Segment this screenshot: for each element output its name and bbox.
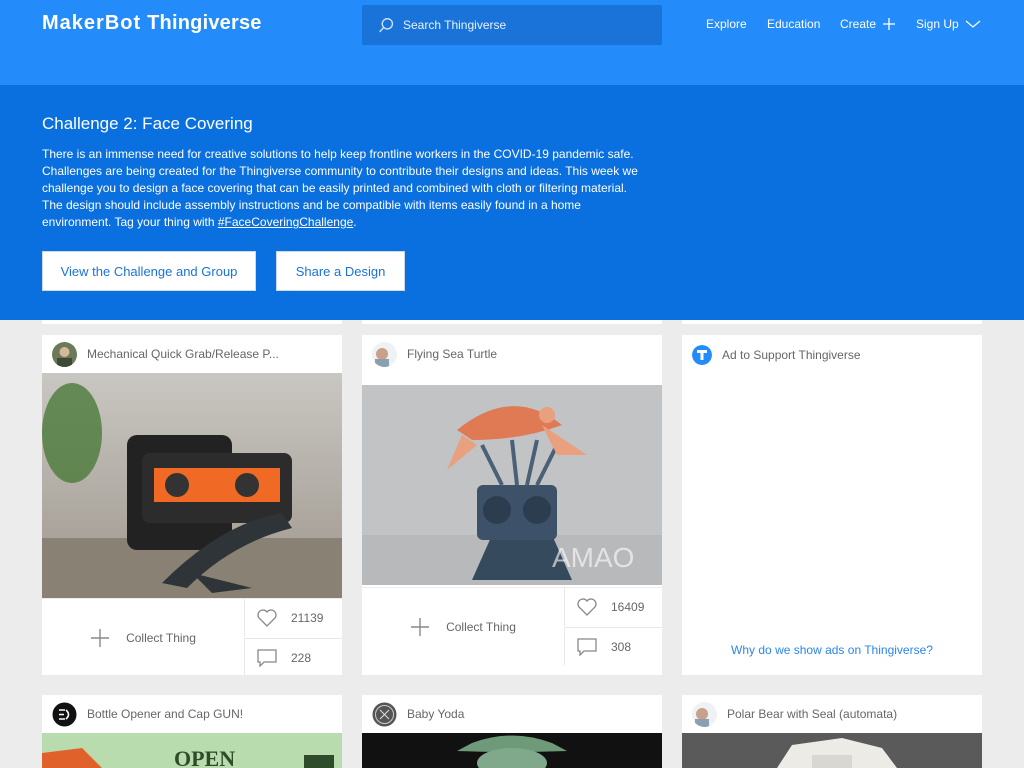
card-header: Polar Bear with Seal (automata) bbox=[682, 695, 982, 733]
plus-icon bbox=[91, 628, 110, 647]
comment-icon bbox=[577, 637, 597, 656]
thing-title[interactable]: Polar Bear with Seal (automata) bbox=[727, 707, 927, 721]
avatar[interactable] bbox=[692, 701, 717, 727]
ad-header: Ad to Support Thingiverse bbox=[682, 335, 982, 373]
comment-icon bbox=[257, 648, 277, 667]
share-design-button[interactable]: Share a Design bbox=[276, 251, 405, 291]
comment-button[interactable]: 228 bbox=[244, 638, 342, 676]
like-button[interactable]: 21139 bbox=[244, 599, 342, 637]
top-navigation-bar: MakerBotThingiverse Explore Education Cr… bbox=[0, 0, 1024, 85]
thing-card[interactable]: Flying Sea Turtle AMAO Collect Thing 164… bbox=[362, 335, 662, 675]
card-edge bbox=[362, 320, 662, 324]
chevron-down-icon bbox=[965, 20, 981, 28]
challenge-description: There is an immense need for creative so… bbox=[42, 147, 638, 229]
plus-icon bbox=[411, 617, 430, 636]
card-edge bbox=[682, 320, 982, 324]
thing-card[interactable]: Polar Bear with Seal (automata) bbox=[682, 695, 982, 768]
search-box[interactable] bbox=[362, 5, 662, 45]
avatar[interactable] bbox=[372, 341, 397, 367]
challenge-title: Challenge 2: Face Covering bbox=[42, 114, 253, 133]
thing-thumbnail[interactable]: OPEN bbox=[42, 733, 342, 768]
why-ads-link[interactable]: Why do we show ads on Thingiverse? bbox=[682, 643, 982, 657]
thumbnail-text: OPEN bbox=[174, 746, 235, 768]
card-header: Flying Sea Turtle bbox=[362, 335, 662, 373]
like-count: 21139 bbox=[291, 611, 324, 625]
avatar[interactable] bbox=[52, 341, 77, 367]
ad-card: Ad to Support Thingiverse Why do we show… bbox=[682, 335, 982, 675]
nav-sign-up[interactable]: Sign Up bbox=[916, 17, 981, 31]
avatar[interactable] bbox=[372, 702, 397, 727]
thing-title[interactable]: Bottle Opener and Cap GUN! bbox=[87, 707, 287, 721]
thingiverse-t-icon bbox=[692, 345, 712, 365]
card-header: Mechanical Quick Grab/Release P... bbox=[42, 335, 342, 373]
heart-icon bbox=[577, 598, 597, 616]
thing-title[interactable]: Flying Sea Turtle bbox=[407, 347, 607, 361]
nav-education[interactable]: Education bbox=[767, 17, 820, 31]
thing-card[interactable]: Bottle Opener and Cap GUN! OPEN bbox=[42, 695, 342, 768]
ad-title: Ad to Support Thingiverse bbox=[722, 348, 861, 362]
collect-thing-button[interactable]: Collect Thing bbox=[42, 599, 244, 676]
face-covering-challenge-tag[interactable]: #FaceCoveringChallenge bbox=[218, 215, 353, 229]
challenge-banner: Challenge 2: Face Covering There is an i… bbox=[0, 85, 1024, 320]
view-challenge-button[interactable]: View the Challenge and Group bbox=[42, 251, 256, 291]
search-input[interactable] bbox=[403, 18, 643, 32]
card-header: Bottle Opener and Cap GUN! bbox=[42, 695, 342, 733]
card-header: Baby Yoda bbox=[362, 695, 662, 733]
thing-thumbnail[interactable] bbox=[362, 733, 662, 768]
nav-explore[interactable]: Explore bbox=[706, 17, 747, 31]
comment-count: 308 bbox=[611, 639, 632, 654]
watermark: AMAO bbox=[552, 542, 634, 573]
thing-title[interactable]: Baby Yoda bbox=[407, 707, 607, 721]
comment-count: 228 bbox=[291, 650, 312, 665]
thing-title[interactable]: Mechanical Quick Grab/Release P... bbox=[87, 347, 287, 361]
makerbot-thingiverse-logo[interactable]: MakerBot Thingiverse bbox=[42, 12, 262, 35]
search-icon bbox=[379, 17, 394, 32]
thing-thumbnail[interactable] bbox=[682, 733, 982, 768]
plus-icon bbox=[883, 18, 896, 30]
thing-thumbnail[interactable] bbox=[42, 373, 342, 598]
comment-button[interactable]: 308 bbox=[564, 627, 662, 665]
card-footer: Collect Thing 16409 308 bbox=[362, 587, 662, 665]
thing-card[interactable]: Baby Yoda bbox=[362, 695, 662, 768]
card-footer: Collect Thing 21139 228 bbox=[42, 598, 342, 676]
heart-icon bbox=[257, 609, 277, 627]
like-count: 16409 bbox=[611, 600, 645, 614]
card-edge bbox=[42, 320, 342, 324]
thing-card[interactable]: Mechanical Quick Grab/Release P... Colle… bbox=[42, 335, 342, 676]
avatar[interactable] bbox=[52, 702, 77, 727]
like-button[interactable]: 16409 bbox=[564, 588, 662, 626]
nav-create[interactable]: Create bbox=[840, 17, 896, 31]
thing-thumbnail[interactable]: AMAO bbox=[362, 385, 662, 585]
collect-thing-button[interactable]: Collect Thing bbox=[362, 588, 564, 665]
